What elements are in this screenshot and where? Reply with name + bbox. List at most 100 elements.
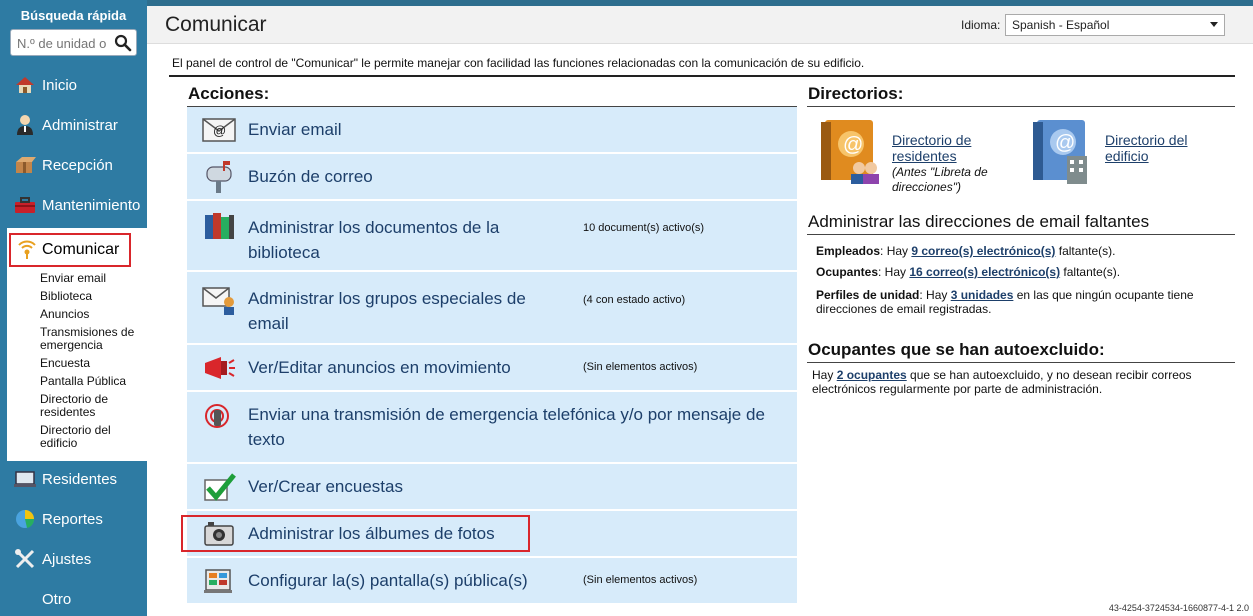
note-line: direcciones") (892, 180, 961, 194)
action-label: Configurar la(s) pantalla(s) pública(s) (248, 571, 528, 590)
action-encuestas[interactable]: Ver/Crear encuestas (187, 464, 797, 510)
quick-search-input[interactable] (17, 34, 113, 52)
nav-item-comunicar[interactable]: Comunicar (9, 233, 131, 267)
note-line: (Antes "Libreta de (892, 165, 988, 179)
employees-post: faltante(s). (1055, 244, 1116, 258)
action-emergencia[interactable]: Enviar una transmisión de emergencia tel… (187, 392, 797, 463)
action-grupos-email[interactable]: Administrar los grupos especiales de ema… (187, 272, 797, 344)
language-select-value: Spanish - Español (1012, 18, 1110, 32)
profiles-pre: : Hay (919, 288, 951, 302)
optout-line-1: Hay 2 ocupantes que se han autoexcluido,… (812, 368, 1192, 382)
header-bar: Comunicar Idioma: Spanish - Español (147, 6, 1253, 44)
link-line: Directorio de (892, 132, 972, 148)
search-icon[interactable] (114, 34, 132, 52)
building-directory-link[interactable]: Directorio del edificio (1105, 132, 1187, 164)
nav-item-label: Otro (42, 590, 72, 608)
admin-user-icon (14, 114, 36, 136)
directories-heading: Directorios: (808, 84, 904, 103)
nav-item-label: Mantenimiento (42, 196, 141, 214)
home-icon (14, 74, 36, 96)
action-status: (4 con estado activo) (583, 294, 686, 306)
action-status: (Sin elementos activos) (583, 574, 698, 586)
toolbox-icon (14, 194, 36, 216)
action-label: Administrar los documentos de la bibliot… (248, 218, 500, 262)
quick-search-title: Búsqueda rápida (20, 8, 127, 23)
nav-item-otro[interactable]: Otro (0, 581, 147, 616)
action-label: Administrar los grupos especiales de ema… (248, 289, 526, 333)
residents-directory-link[interactable]: Directorio de residentes (892, 132, 971, 164)
residents-directory-icon[interactable]: @ (815, 114, 887, 186)
svg-text:@: @ (843, 134, 863, 156)
divider (807, 234, 1235, 235)
pie-chart-icon (14, 508, 36, 530)
nav-item-label: Inicio (42, 76, 78, 94)
package-icon (14, 154, 36, 176)
employees-pre: : Hay (880, 244, 912, 258)
svg-text:@: @ (1055, 132, 1075, 154)
optout-text: Hay 2 ocupantes que se han autoexcluido,… (812, 368, 1192, 396)
link-line: residentes (892, 148, 957, 164)
subnav-encuesta[interactable]: Encuesta (40, 357, 144, 370)
language-select[interactable]: Spanish - Español (1005, 14, 1225, 36)
nav-item-residentes[interactable]: Residentes (0, 461, 147, 497)
chevron-down-icon (1210, 22, 1218, 27)
nav-item-label: Residentes (42, 470, 118, 488)
action-label: Ver/Crear encuestas (248, 477, 403, 496)
optout-pre: Hay (812, 368, 837, 382)
subnav-anuncios[interactable]: Anuncios (40, 308, 144, 321)
divider (169, 75, 1235, 77)
action-enviar-email[interactable]: @ Enviar email (187, 107, 797, 153)
action-anuncios[interactable]: Ver/Editar anuncios en movimiento (Sin e… (187, 345, 797, 391)
public-screen-icon (204, 569, 232, 593)
nav-item-ajustes[interactable]: Ajustes (0, 541, 147, 577)
subnav-transmisiones[interactable]: Transmisiones de emergencia (40, 326, 144, 352)
quick-search-box (10, 29, 137, 56)
profiles-line-2: direcciones de email registradas. (816, 302, 992, 316)
divider (807, 106, 1235, 107)
profiles-post: en las que ningún ocupante tiene (1013, 288, 1194, 302)
subnav-pantalla-publica[interactable]: Pantalla Pública (40, 375, 144, 388)
nav-item-administrar[interactable]: Administrar (0, 107, 147, 143)
page-title: Comunicar (165, 13, 267, 36)
residents-icon (14, 468, 36, 490)
nav-item-recepcion[interactable]: Recepción (0, 147, 147, 183)
occupants-label: Ocupantes (816, 265, 879, 279)
nav-item-label: Recepción (42, 156, 113, 174)
library-books-icon (205, 213, 234, 239)
action-label: Buzón de correo (248, 167, 373, 186)
tools-icon (14, 548, 36, 570)
photo-albums-highlight (181, 515, 530, 552)
profiles-missing-link[interactable]: 3 unidades (951, 288, 1014, 302)
nav-item-label: Reportes (42, 510, 103, 528)
missing-email-heading: Administrar las direcciones de email fal… (808, 212, 1150, 231)
occupants-missing-link[interactable]: 16 correo(s) electrónico(s) (909, 265, 1060, 279)
occupants-pre: : Hay (878, 265, 910, 279)
occupants-post: faltante(s). (1060, 265, 1121, 279)
action-buzon[interactable]: Buzón de correo (187, 154, 797, 200)
optout-occupants-link[interactable]: 2 ocupantes (837, 368, 907, 382)
nav-item-reportes[interactable]: Reportes (0, 501, 147, 537)
building-directory-icon[interactable]: @ (1027, 114, 1099, 186)
action-status: 10 document(s) activo(s) (583, 222, 705, 234)
subnav-enviar-email[interactable]: Enviar email (40, 272, 144, 285)
actions-heading: Acciones: (188, 84, 270, 103)
action-biblioteca[interactable]: Administrar los documentos de la bibliot… (187, 201, 797, 271)
profiles-label: Perfiles de unidad (816, 288, 920, 302)
profiles-line-1: Perfiles de unidad: Hay 3 unidades en la… (816, 288, 1194, 302)
language-label: Idioma: (961, 18, 1001, 32)
email-icon: @ (202, 118, 236, 142)
link-line: Directorio del (1105, 132, 1188, 148)
missing-profiles-line: Perfiles de unidad: Hay 3 unidades en la… (816, 288, 1194, 316)
subnav-directorio-residentes[interactable]: Directorio de residentes (40, 393, 144, 419)
megaphone-icon (205, 357, 235, 379)
subnav-biblioteca[interactable]: Biblioteca (40, 290, 144, 303)
subnav-directorio-edificio[interactable]: Directorio del edificio (40, 424, 144, 450)
missing-employees-line: Empleados: Hay 9 correo(s) electrónico(s… (816, 244, 1115, 258)
nav-item-inicio[interactable]: Inicio (0, 67, 147, 103)
optout-post: que se han autoexcluido, y no desean rec… (906, 368, 1192, 382)
nav-item-mantenimiento[interactable]: Mantenimiento (0, 187, 147, 223)
action-pantallas[interactable]: Configurar la(s) pantalla(s) pública(s) … (187, 558, 797, 604)
nav-item-label: Administrar (42, 116, 118, 134)
employees-missing-link[interactable]: 9 correo(s) electrónico(s) (911, 244, 1055, 258)
svg-text:@: @ (213, 123, 226, 138)
